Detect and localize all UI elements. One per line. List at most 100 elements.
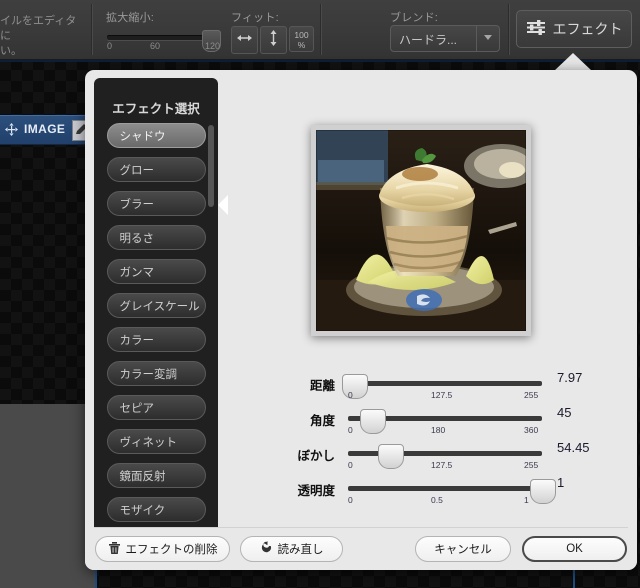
effect-item-label: ヴィネット [119,436,178,449]
canvas-lower-panel [0,404,96,588]
effect-item-8[interactable]: セピア [106,395,206,420]
actual-size-unit: % [297,40,306,50]
delete-effect-button[interactable]: エフェクトの削除 [95,536,230,562]
effect-item-7[interactable]: カラー変調 [106,361,206,386]
fit-horizontal-button[interactable] [231,26,258,54]
blend-mode-value: ハードラ... [399,33,458,47]
effect-list[interactable]: シャドウグローブラー明るさガンマグレイスケール カラーカラー変調セピアヴィネット鏡… [94,123,218,528]
effect-item-label: 明るさ [119,232,155,245]
fit-vertical-icon [261,27,286,49]
slider-track-0[interactable] [348,381,542,386]
slider-label-2: ぼかし [297,449,335,463]
slider-label-3: 透明度 [297,484,335,498]
refresh-arrow-icon [260,540,273,558]
slider-value-3: 1 [557,475,565,490]
effect-item-1[interactable]: グロー [106,157,206,182]
blend-label: ブレンド: [390,12,439,24]
editor-hint-text: イルをエディタに い。 [0,14,86,59]
effect-item-label: 鏡面反射 [119,470,166,483]
slider-track-3[interactable] [348,486,542,491]
slider-mid-3: 0.5 [431,495,443,505]
slider-max-2: 255 [524,460,539,470]
slider-row-0: 距離 0 127.5 255 7.97 [255,370,630,405]
effect-button[interactable]: エフェクト [516,10,632,48]
blend-mode-select[interactable]: ハードラ... [390,25,500,52]
effect-item-4[interactable]: ガンマ [106,259,206,284]
layer-bar-image[interactable]: IMAGE [0,115,96,145]
move-cross-icon[interactable] [4,122,19,142]
slider-mid-2: 127.5 [431,460,453,470]
toolbar-divider-2 [320,4,322,55]
actual-size-button[interactable]: 100 % [289,26,314,52]
effect-item-9[interactable]: ヴィネット [106,429,206,454]
reload-button[interactable]: 読み直し [240,536,343,562]
effect-item-3[interactable]: 明るさ [106,225,206,250]
slider-row-3: 透明度 0 0.5 1 1 [255,475,630,510]
toolbar-divider-3 [508,4,510,55]
top-toolbar: イルをエディタに い。 拡大縮小: 0 60 120 フィット: 100 % ブ… [0,0,640,60]
layer-name-label: IMAGE [24,122,66,136]
chevron-down-icon [484,35,492,40]
slider-value-2: 54.45 [557,440,590,455]
toolbar-divider-1 [91,4,93,55]
zoom-tick-min: 0 [107,41,113,51]
actual-size-value: 100 [294,30,309,40]
effect-item-label: ガンマ [119,266,155,279]
blend-dropdown-button[interactable] [476,26,499,51]
slider-max-0: 255 [524,390,539,400]
slider-mid-1: 180 [431,425,446,435]
slider-handle-3[interactable] [530,479,556,504]
effect-item-2[interactable]: ブラー [106,191,206,216]
effect-item-5[interactable]: グレイスケール [106,293,206,318]
effect-item-6[interactable]: カラー [106,327,206,352]
slider-label-1: 角度 [309,414,335,428]
effect-item-label: カラー [119,334,155,347]
zoom-label: 拡大縮小: [106,12,155,24]
reload-label: 読み直し [277,544,324,556]
cancel-button[interactable]: キャンセル [415,536,511,562]
slider-label-0: 距離 [309,379,335,393]
fit-horizontal-icon [232,27,257,49]
popover-body: エフェクト選択 シャドウグローブラー明るさガンマグレイスケール カラーカラー変調セ… [85,70,637,528]
slider-mid-0: 127.5 [431,390,453,400]
effect-popover: エフェクト選択 シャドウグローブラー明るさガンマグレイスケール カラーカラー変調セ… [85,70,637,570]
cancel-label: キャンセル [434,544,492,556]
effect-item-0[interactable]: シャドウ [106,123,206,148]
slider-handle-0[interactable] [342,374,368,399]
slider-handle-2[interactable] [378,444,404,469]
slider-min-2: 0 [348,460,353,470]
fit-label: フィット: [231,12,279,24]
effect-list-panel: エフェクト選択 シャドウグローブラー明るさガンマグレイスケール カラーカラー変調セ… [94,78,218,528]
effect-item-11[interactable]: モザイク [106,497,206,522]
editor-hint-line2: い。 [0,45,22,57]
slider-value-1: 45 [557,405,572,420]
effect-item-label: シャドウ [119,130,166,143]
slider-handle-1[interactable] [360,409,386,434]
zoom-tick-max: 120 [205,41,221,51]
zoom-tick-mid: 60 [150,41,161,51]
effect-item-10[interactable]: 鏡面反射 [106,463,206,488]
slider-max-1: 360 [524,425,539,435]
delete-effect-label: エフェクトの削除 [125,544,218,556]
editor-hint-line1: イルをエディタに [0,15,77,42]
zoom-slider[interactable]: 0 60 120 [107,30,221,52]
effect-item-label: セピア [119,402,155,415]
effect-item-label: グロー [119,164,155,177]
trash-icon [108,541,121,558]
slider-row-2: ぼかし 0 127.5 255 54.45 [255,440,630,475]
ok-button[interactable]: OK [522,536,627,562]
sliders-icon [526,18,546,41]
ok-label: OK [566,543,583,555]
effect-item-label: ブラー [119,198,155,211]
effect-list-title: エフェクト選択 [112,102,200,116]
effect-item-label: モザイク [119,504,166,517]
slider-value-0: 7.97 [557,370,583,385]
slider-min-1: 0 [348,425,353,435]
slider-min-0: 0 [348,390,353,400]
effect-parameter-sliders: 距離 0 127.5 255 7.97 角度 0 180 360 45 ぼかし 0 127.5 255 54… [255,370,630,510]
slider-min-3: 0 [348,495,353,505]
effect-preview-frame [311,125,531,336]
fit-vertical-button[interactable] [260,26,287,54]
effect-item-label: グレイスケール [119,300,200,313]
effect-list-scrollbar[interactable] [208,125,214,207]
